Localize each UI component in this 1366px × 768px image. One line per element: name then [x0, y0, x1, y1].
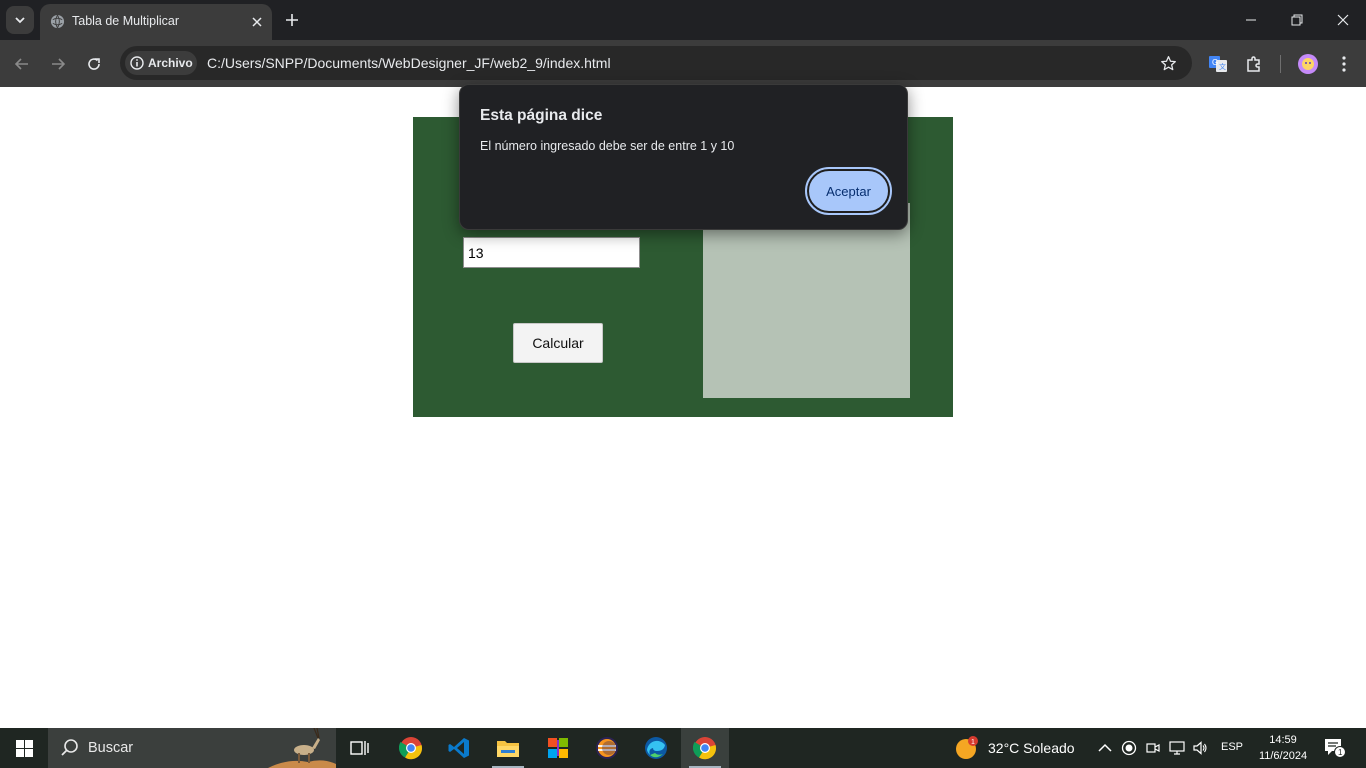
windows-store-icon	[548, 738, 568, 758]
clock-time: 14:59	[1269, 734, 1297, 746]
chrome-icon	[399, 737, 423, 760]
arrow-left-icon	[14, 58, 28, 70]
folder-icon	[497, 741, 519, 757]
taskbar-search[interactable]: Buscar	[48, 728, 336, 768]
browser-tab[interactable]: Tabla de Multiplicar	[40, 4, 272, 40]
number-input[interactable]	[463, 237, 640, 268]
taskbar-store[interactable]	[534, 728, 582, 768]
globe-icon	[50, 14, 65, 29]
browser-menu-button[interactable]	[1332, 52, 1356, 76]
site-info-label: Archivo	[148, 56, 193, 70]
vscode-icon	[448, 738, 469, 758]
search-label: Buscar	[88, 740, 134, 756]
minimize-icon	[1246, 19, 1256, 21]
tray-camera[interactable]	[1143, 738, 1163, 758]
camera-icon	[1146, 743, 1160, 753]
profile-button[interactable]	[1296, 52, 1320, 76]
dialog-message: El número ingresado debe ser de entre 1 …	[480, 139, 735, 153]
back-button[interactable]	[10, 52, 34, 76]
chevron-down-icon	[15, 17, 25, 24]
browser-tabstrip: Tabla de Multiplicar	[0, 0, 1366, 40]
show-hidden-icons-button[interactable]	[1095, 738, 1115, 758]
accept-button[interactable]: Aceptar	[805, 167, 892, 215]
notification-icon: 1	[1325, 739, 1346, 758]
task-view-icon	[350, 741, 369, 755]
taskbar-eclipse[interactable]	[583, 728, 631, 768]
windows-logo-icon	[15, 739, 33, 757]
windows-taskbar: Buscar 1 32°C Soleado ESP 14:59 11/6/202…	[0, 728, 1366, 768]
tray-volume[interactable]	[1190, 738, 1210, 758]
taskbar-vscode[interactable]	[435, 728, 483, 768]
calculate-button[interactable]: Calcular	[513, 323, 603, 363]
weather-badge: 1	[971, 739, 975, 746]
chrome-icon	[693, 737, 717, 760]
network-icon	[1169, 741, 1185, 755]
taskbar-chrome[interactable]	[387, 728, 435, 768]
minimize-button[interactable]	[1228, 0, 1274, 40]
new-tab-button[interactable]	[282, 10, 302, 30]
start-button[interactable]	[0, 728, 48, 768]
notification-count: 1	[1338, 748, 1343, 757]
browser-toolbar: Archivo C:/Users/SNPP/Documents/WebDesig…	[0, 40, 1366, 87]
forward-button[interactable]	[46, 52, 70, 76]
tab-search-button[interactable]	[6, 6, 34, 34]
reload-button[interactable]	[82, 52, 106, 76]
arrow-right-icon	[52, 58, 66, 70]
site-info-chip[interactable]: Archivo	[125, 51, 197, 75]
extensions-button[interactable]	[1242, 52, 1266, 76]
window-close-button[interactable]	[1320, 0, 1366, 40]
bookmark-button[interactable]	[1158, 53, 1178, 73]
chevron-up-icon	[1098, 743, 1112, 752]
input-language[interactable]: ESP	[1221, 741, 1243, 753]
close-icon	[252, 17, 262, 27]
svg-text:文: 文	[1219, 62, 1226, 71]
eclipse-icon	[596, 737, 618, 759]
weather-widget[interactable]: 1 32°C Soleado	[954, 728, 1075, 768]
translate-icon: G文	[1209, 56, 1227, 72]
plus-icon	[286, 14, 298, 26]
taskbar-file-explorer[interactable]	[484, 728, 532, 768]
close-icon	[1337, 14, 1349, 26]
restore-button[interactable]	[1274, 0, 1320, 40]
svg-text:G: G	[1212, 58, 1218, 67]
dialog-title: Esta página dice	[480, 107, 603, 124]
restore-icon	[1291, 14, 1303, 26]
system-clock[interactable]: 14:59 11/6/2024	[1248, 732, 1318, 764]
url-text: C:/Users/SNPP/Documents/WebDesigner_JF/w…	[207, 55, 611, 71]
tab-close-button[interactable]	[248, 13, 266, 31]
sun-icon: 1	[956, 736, 978, 759]
tab-title: Tabla de Multiplicar	[72, 14, 179, 28]
record-icon	[1121, 740, 1137, 756]
more-vert-icon	[1342, 56, 1346, 72]
toolbar-separator	[1280, 55, 1281, 73]
notification-center-button[interactable]: 1	[1322, 736, 1348, 760]
translate-button[interactable]: G文	[1206, 52, 1230, 76]
result-box	[703, 203, 910, 398]
avatar-icon	[1298, 54, 1318, 74]
reload-icon	[88, 58, 100, 70]
puzzle-icon	[1247, 56, 1260, 72]
tray-network[interactable]	[1167, 738, 1187, 758]
taskbar-chrome-active[interactable]	[681, 728, 729, 768]
clock-date: 11/6/2024	[1258, 750, 1308, 762]
info-icon	[130, 56, 144, 70]
alert-dialog: Esta página dice El número ingresado deb…	[459, 84, 908, 230]
weather-text: 32°C Soleado	[988, 740, 1075, 756]
antelope-illustration-icon	[268, 728, 336, 768]
star-icon	[1160, 55, 1176, 70]
tray-record[interactable]	[1119, 738, 1139, 758]
edge-icon	[645, 737, 667, 759]
volume-icon	[1193, 741, 1207, 755]
taskbar-edge[interactable]	[632, 728, 680, 768]
address-bar[interactable]: Archivo C:/Users/SNPP/Documents/WebDesig…	[120, 46, 1192, 80]
task-view-button[interactable]	[336, 728, 384, 768]
search-icon	[61, 739, 78, 756]
